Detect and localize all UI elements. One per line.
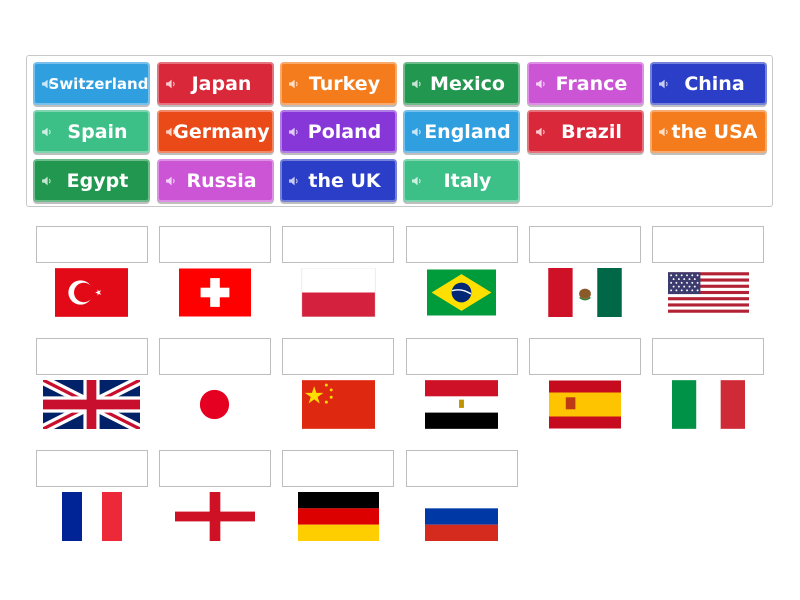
- tile-china[interactable]: China: [650, 62, 767, 105]
- drop-zone-usa[interactable]: [652, 226, 764, 263]
- drop-zone-spain[interactable]: [529, 338, 641, 375]
- poland-flag: [299, 268, 378, 317]
- tile-mexico[interactable]: Mexico: [403, 62, 520, 105]
- tile-russia[interactable]: Russia: [157, 159, 274, 202]
- russia-flag: [425, 492, 498, 541]
- speaker-icon[interactable]: [288, 78, 299, 89]
- drop-zone-italy[interactable]: [652, 338, 764, 375]
- tile-label: the USA: [671, 120, 758, 143]
- drop-zone-england[interactable]: [159, 450, 271, 487]
- tile-label: Spain: [67, 120, 128, 143]
- spain-flag: [549, 380, 621, 429]
- mexico-flag: [543, 268, 627, 317]
- tile-turkey[interactable]: Turkey: [280, 62, 397, 105]
- drop-zone-japan[interactable]: [159, 338, 271, 375]
- tile-france[interactable]: France: [527, 62, 644, 105]
- speaker-icon[interactable]: [165, 126, 176, 137]
- speaker-icon[interactable]: [658, 78, 669, 89]
- tile-japan[interactable]: Japan: [157, 62, 274, 105]
- tile-the-usa[interactable]: the USA: [650, 110, 767, 153]
- tile-spain[interactable]: Spain: [33, 110, 150, 153]
- speaker-icon[interactable]: [411, 175, 422, 186]
- japan-flag: [178, 380, 251, 429]
- england-flag: [175, 492, 255, 541]
- drop-zone-germany[interactable]: [282, 450, 394, 487]
- tile-label: the UK: [308, 169, 381, 192]
- usa-flag: [668, 268, 749, 317]
- drop-zone-brazil[interactable]: [406, 226, 518, 263]
- tile-england[interactable]: England: [403, 110, 520, 153]
- tile-label: China: [684, 72, 745, 95]
- tile-label: Mexico: [430, 72, 505, 95]
- speaker-icon[interactable]: [41, 78, 52, 89]
- drop-zone-china[interactable]: [282, 338, 394, 375]
- italy-flag: [672, 380, 745, 429]
- speaker-icon[interactable]: [165, 175, 176, 186]
- tile-label: France: [555, 72, 628, 95]
- uk-flag: [43, 380, 140, 429]
- drop-zone-russia[interactable]: [406, 450, 518, 487]
- word-bank: Switzerland Japan Turkey Mexico France C…: [26, 55, 773, 207]
- france-flag: [62, 492, 122, 541]
- switzerland-flag: [179, 268, 251, 317]
- egypt-flag: [425, 380, 498, 429]
- drop-zone-switzerland[interactable]: [159, 226, 271, 263]
- tile-the-uk[interactable]: the UK: [280, 159, 397, 202]
- speaker-icon[interactable]: [288, 175, 299, 186]
- tile-label: Russia: [186, 169, 257, 192]
- tile-label: Poland: [307, 120, 382, 143]
- tile-label: Egypt: [66, 169, 129, 192]
- drop-zone-france[interactable]: [36, 450, 148, 487]
- drop-zone-egypt[interactable]: [406, 338, 518, 375]
- speaker-icon[interactable]: [41, 126, 52, 137]
- speaker-icon[interactable]: [165, 78, 176, 89]
- drop-zone-mexico[interactable]: [529, 226, 641, 263]
- tile-brazil[interactable]: Brazil: [527, 110, 644, 153]
- turkey-flag: [55, 268, 128, 317]
- germany-flag: [298, 492, 379, 541]
- tile-label: Brazil: [561, 120, 622, 143]
- brazil-flag: [427, 268, 496, 317]
- speaker-icon[interactable]: [411, 126, 422, 137]
- speaker-icon[interactable]: [41, 175, 52, 186]
- drop-zone-uk[interactable]: [36, 338, 148, 375]
- speaker-icon[interactable]: [658, 126, 669, 137]
- speaker-icon[interactable]: [535, 126, 546, 137]
- tile-label: Italy: [443, 169, 492, 192]
- tile-germany[interactable]: Germany: [157, 110, 274, 153]
- tile-label: England: [424, 120, 511, 143]
- drop-zone-poland[interactable]: [282, 226, 394, 263]
- tile-label: Japan: [191, 72, 252, 95]
- china-flag: [302, 380, 375, 429]
- tile-switzerland[interactable]: Switzerland: [33, 62, 150, 105]
- tile-italy[interactable]: Italy: [403, 159, 520, 202]
- tile-label: Turkey: [308, 72, 381, 95]
- tile-egypt[interactable]: Egypt: [33, 159, 150, 202]
- speaker-icon[interactable]: [411, 78, 422, 89]
- speaker-icon[interactable]: [535, 78, 546, 89]
- speaker-icon[interactable]: [288, 126, 299, 137]
- tile-poland[interactable]: Poland: [280, 110, 397, 153]
- tile-label: Germany: [173, 120, 270, 143]
- drop-zone-turkey[interactable]: [36, 226, 148, 263]
